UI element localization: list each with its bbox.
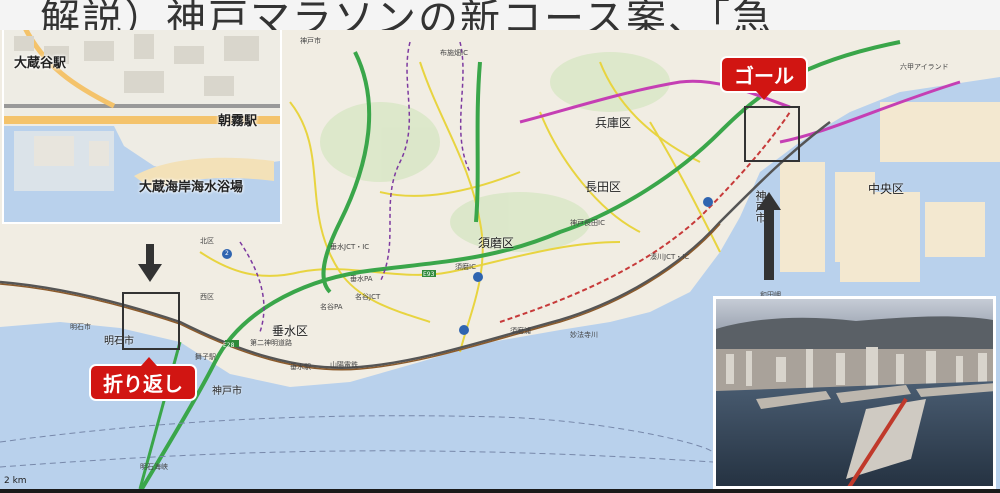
map-label: 神戸市: [300, 37, 321, 45]
map-label: 布施畑IC: [440, 49, 468, 57]
map-label: 垂水PA: [350, 275, 373, 283]
map-label: 北区: [200, 237, 214, 245]
aerial-photo: [713, 296, 996, 489]
inset-label-beach: 大蔵海岸海水浴場: [139, 180, 244, 195]
ward-label: 中央区: [868, 182, 905, 196]
ward-label: 長田区: [585, 180, 622, 194]
map-label: 須磨IC: [455, 263, 476, 271]
map-label: 湊川JCT・IC: [650, 253, 690, 261]
ward-label: 兵庫区: [595, 116, 632, 130]
ward-label: 垂水区: [272, 324, 309, 338]
map-label: 名谷JCT: [355, 293, 381, 301]
route-shield-label: E28: [223, 342, 235, 349]
map-label: 六甲アイランド: [900, 63, 949, 71]
headline-text: 解説）神戸マラソンの新コース案、「急: [40, 0, 774, 30]
route-shield-label: E93: [423, 271, 435, 278]
scale-bar: 2 km: [4, 476, 27, 486]
map-label: 明石海峡: [140, 463, 168, 471]
map-label: 西区: [200, 293, 214, 301]
map-label: 垂水駅: [290, 363, 311, 371]
turnaround-callout: 折り返し: [89, 357, 197, 401]
ward-label: 須磨区: [478, 236, 515, 250]
map-label: 舞子駅: [195, 353, 216, 361]
aerial-photo-image: [716, 299, 993, 486]
inset-map: 大蔵谷駅 朝霧駅 大蔵海岸海水浴場: [2, 24, 282, 224]
goal-callout-label: ゴール: [734, 64, 794, 88]
inset-label-asagiri: 朝霧駅: [218, 114, 258, 129]
map-label: 山陽電鉄: [330, 361, 358, 369]
map-label: 第二神明道路: [250, 339, 292, 347]
turnaround-callout-label: 折り返し: [103, 372, 183, 396]
city-label: 神戸市: [212, 386, 242, 397]
up-arrow-icon: [757, 192, 781, 280]
map-label: 名谷PA: [320, 303, 343, 311]
map-label: 垂水JCT・IC: [330, 243, 370, 251]
map-label: 神戸長田IC: [570, 219, 605, 227]
goal-callout: ゴール: [720, 56, 808, 100]
down-arrow-icon: [138, 244, 162, 282]
map-label: 明石市: [70, 323, 91, 331]
callout-tail: [141, 357, 157, 366]
route-shield-label: 2: [225, 250, 229, 257]
callout-tail: [756, 91, 772, 100]
map-label: 須磨浦: [510, 327, 531, 335]
inset-label-okuradani: 大蔵谷駅: [14, 56, 67, 71]
goal-area-box: [744, 106, 800, 162]
headline-bar: 解説）神戸マラソンの新コース案、「急: [0, 0, 1000, 30]
turnaround-area-box: [122, 292, 180, 350]
map-label: 妙法寺川: [570, 331, 598, 339]
